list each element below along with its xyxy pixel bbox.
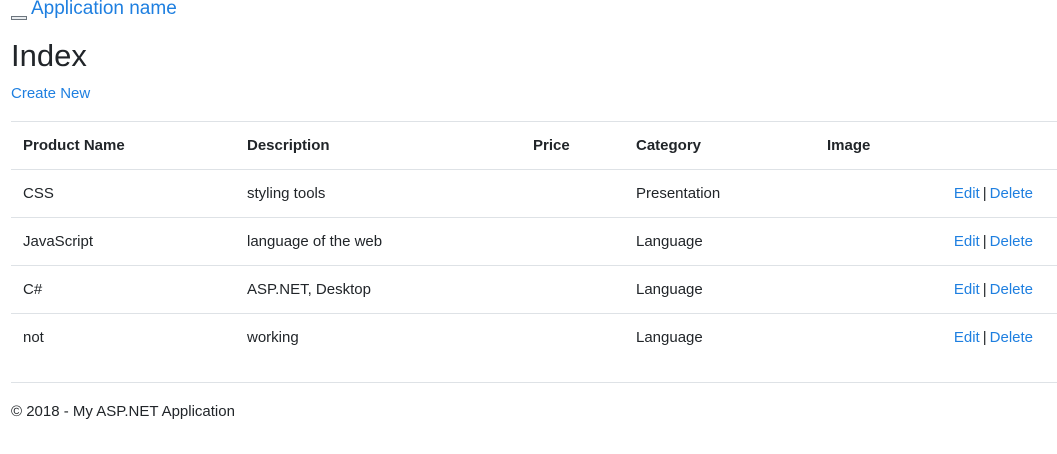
cell-product-name: not [11, 313, 235, 362]
cell-product-name: JavaScript [11, 217, 235, 266]
cell-image [815, 169, 913, 218]
cell-actions: Edit | Delete [913, 313, 1057, 362]
table-row: CSS styling tools Presentation Edit | Dele… [11, 169, 1057, 218]
cell-product-name: CSS [11, 169, 235, 218]
cell-image [815, 217, 913, 266]
cell-description: working [235, 313, 521, 362]
delete-link[interactable]: Delete [990, 233, 1033, 250]
cell-price [521, 217, 624, 266]
cell-description: language of the web [235, 217, 521, 266]
cell-category: Presentation [624, 169, 815, 218]
navbar: Application name [11, 0, 177, 22]
column-header-image: Image [815, 121, 913, 170]
cell-category: Language [624, 217, 815, 266]
cell-price [521, 313, 624, 362]
edit-link[interactable]: Edit [954, 329, 980, 346]
cell-category: Language [624, 265, 815, 314]
edit-link[interactable]: Edit [954, 281, 980, 298]
action-separator: | [982, 185, 987, 202]
broken-image-icon[interactable] [11, 16, 27, 20]
action-separator: | [982, 281, 987, 298]
column-header-category: Category [624, 121, 815, 170]
table-row: JavaScript language of the web Language … [11, 217, 1057, 266]
action-separator: | [982, 233, 987, 250]
footer-text: © 2018 - My ASP.NET Application [11, 403, 235, 420]
column-header-actions [913, 121, 1057, 170]
footer-divider [11, 382, 1057, 383]
edit-link[interactable]: Edit [954, 233, 980, 250]
cell-image [815, 265, 913, 314]
cell-actions: Edit | Delete [913, 169, 1057, 218]
delete-link[interactable]: Delete [990, 185, 1033, 202]
create-new-link[interactable]: Create New [11, 84, 90, 104]
delete-link[interactable]: Delete [990, 329, 1033, 346]
column-header-product-name: Product Name [11, 121, 235, 170]
table-row: C# ASP.NET, Desktop Language Edit | Delete [11, 265, 1057, 314]
edit-link[interactable]: Edit [954, 185, 980, 202]
cell-image [815, 313, 913, 362]
cell-actions: Edit | Delete [913, 265, 1057, 314]
column-header-price: Price [521, 121, 624, 170]
page: Application name Index Create New Produc… [0, 0, 1057, 454]
column-header-description: Description [235, 121, 521, 170]
table-header-row: Product Name Description Price Category … [11, 121, 1057, 170]
delete-link[interactable]: Delete [990, 281, 1033, 298]
cell-description: styling tools [235, 169, 521, 218]
table-row: not working Language Edit | Delete [11, 313, 1057, 362]
cell-product-name: C# [11, 265, 235, 314]
cell-price [521, 169, 624, 218]
cell-category: Language [624, 313, 815, 362]
action-separator: | [982, 329, 987, 347]
cell-actions: Edit | Delete [913, 217, 1057, 266]
products-table: Product Name Description Price Category … [11, 121, 1057, 362]
app-brand-link[interactable]: Application name [31, 0, 177, 18]
cell-description: ASP.NET, Desktop [235, 265, 521, 314]
page-title: Index [11, 38, 87, 73]
cell-price [521, 265, 624, 314]
